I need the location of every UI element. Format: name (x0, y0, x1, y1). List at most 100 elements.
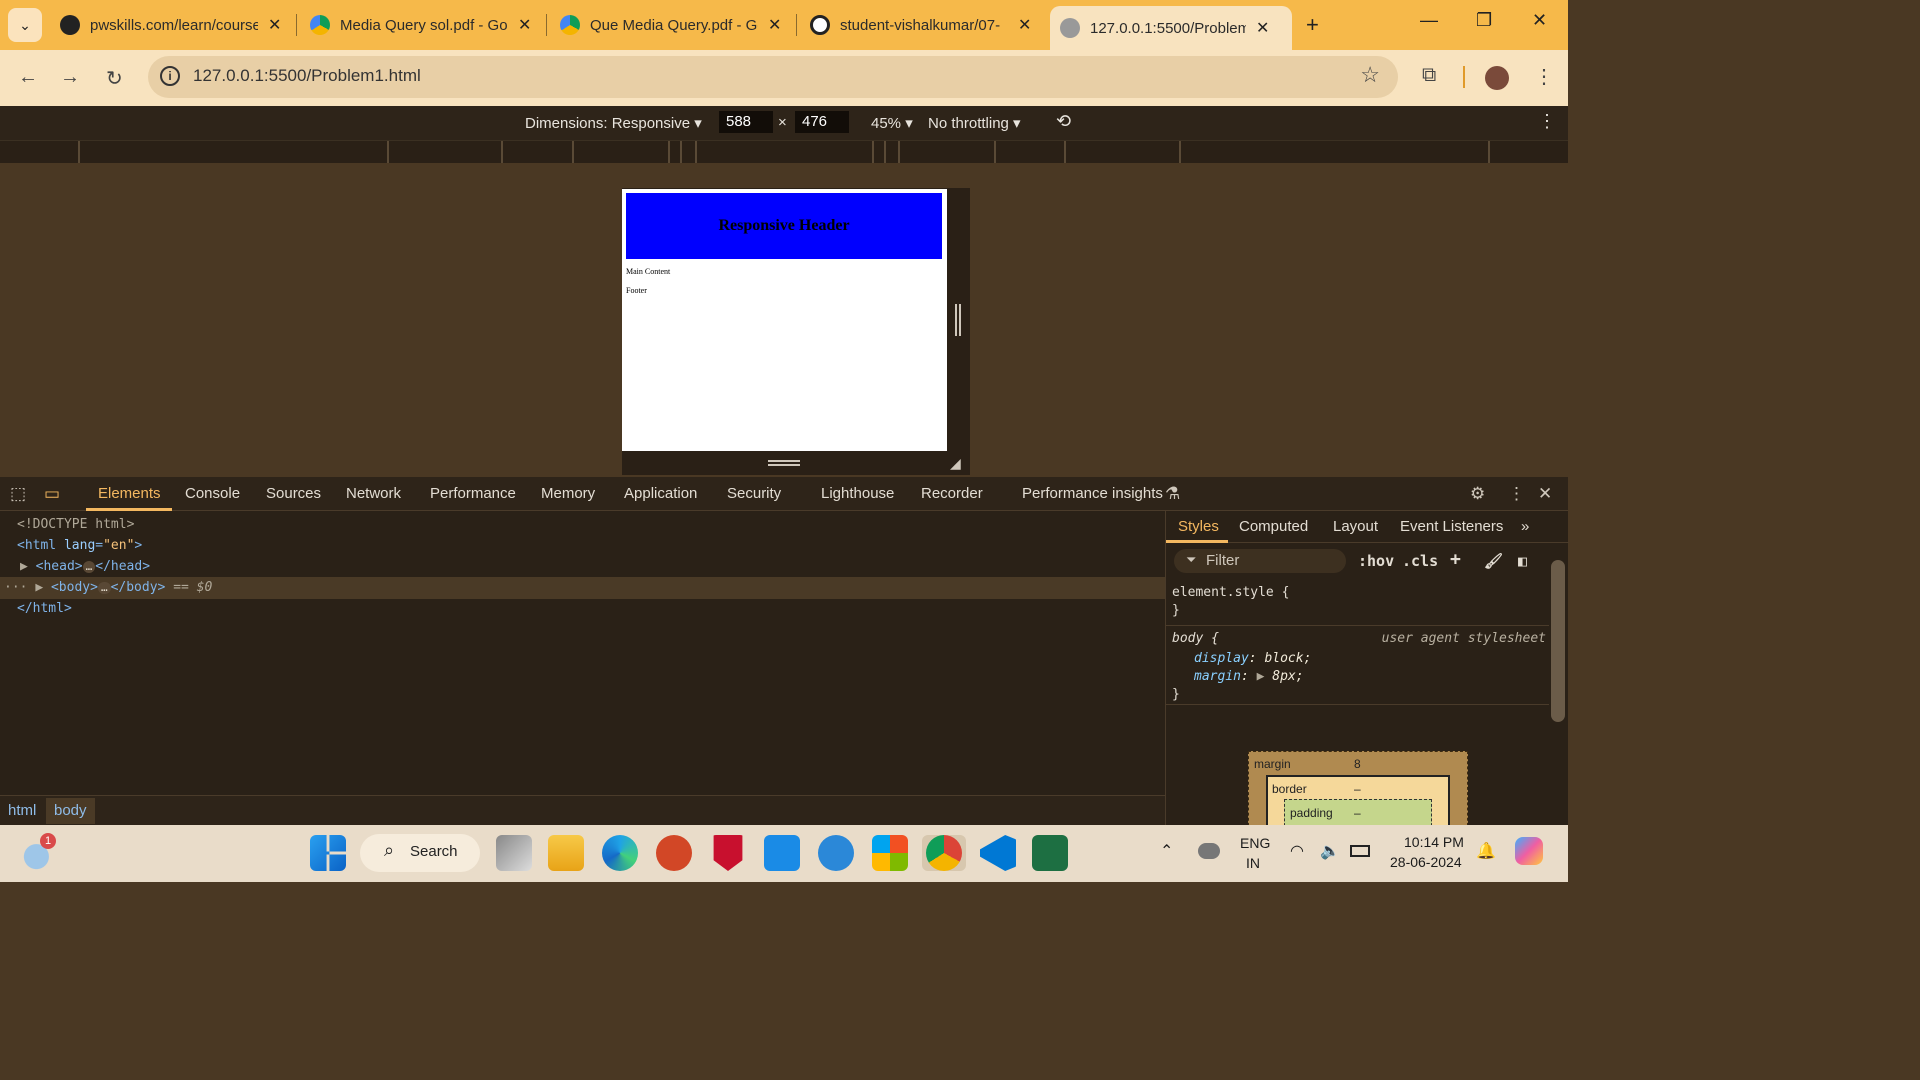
new-tab-icon[interactable]: + (1306, 12, 1319, 38)
microsoft-store-icon[interactable] (872, 835, 908, 871)
display-property[interactable]: display: block; (1194, 651, 1311, 666)
body-node[interactable]: ··· ▶ <body>… </body> == $0 (4, 580, 212, 595)
device-more-icon[interactable]: ⋮ (1538, 111, 1556, 132)
powerpoint-icon[interactable] (656, 835, 692, 871)
task-view-icon[interactable] (496, 835, 532, 871)
cls-toggle[interactable]: .cls (1402, 552, 1438, 570)
tab-layout[interactable]: Layout (1333, 518, 1378, 535)
html-node[interactable]: <html lang="en"> (17, 538, 142, 553)
element-style-rule[interactable]: element.style { (1172, 585, 1289, 600)
breadcrumb-body[interactable]: body (46, 798, 95, 824)
resize-handle-right[interactable] (955, 304, 961, 336)
address-bar[interactable]: i 127.0.0.1:5500/Problem1.html ☆ (148, 56, 1398, 98)
styles-scrollbar-thumb[interactable] (1551, 560, 1565, 722)
tab-github[interactable]: student-vishalkumar/07- ✕ (800, 8, 1041, 42)
kebab-menu-icon[interactable]: ⋮ (1534, 64, 1554, 89)
close-icon[interactable]: ✕ (1018, 15, 1031, 35)
back-arrow-icon[interactable]: ← (18, 66, 38, 89)
avatar[interactable] (1485, 66, 1509, 90)
close-icon[interactable]: ✕ (1256, 18, 1269, 38)
dimensions-dropdown[interactable]: Dimensions: Responsive ▾ (525, 114, 702, 132)
notification-bell-icon[interactable]: 🔔 (1476, 841, 1496, 861)
vscode-icon[interactable] (980, 835, 1016, 871)
tab-event-listeners[interactable]: Event Listeners (1400, 518, 1503, 535)
rotate-icon[interactable]: ⟲ (1056, 111, 1071, 132)
taskbar-search-box[interactable]: ⌕ Search (360, 834, 480, 872)
volume-icon[interactable]: 🔈 (1320, 841, 1340, 861)
resize-handle-bottom[interactable] (768, 460, 800, 466)
collapsed-ellipsis-icon[interactable]: … (82, 561, 96, 573)
hov-toggle[interactable]: :hov (1358, 552, 1394, 570)
tab-problem1[interactable]: 127.0.0.1:5500/Problem1 ✕ (1050, 6, 1292, 50)
styles-filter-input[interactable]: ⏷ Filter (1174, 549, 1346, 573)
restore-icon[interactable]: ❐ (1476, 10, 1492, 31)
doctype-node[interactable]: <!DOCTYPE html> (17, 517, 134, 532)
close-icon[interactable]: ✕ (268, 15, 281, 35)
close-icon[interactable]: ✕ (768, 15, 781, 35)
tab-console[interactable]: Console (185, 485, 240, 502)
onedrive-icon[interactable] (1198, 843, 1220, 859)
border-value[interactable]: – (1354, 782, 1361, 796)
tab-pwskills[interactable]: pwskills.com/learn/course ✕ (50, 8, 291, 42)
minimize-icon[interactable]: — (1420, 10, 1438, 31)
html-close-tag[interactable]: </html> (17, 601, 72, 616)
settings-gear-icon[interactable]: ⚙ (1470, 484, 1485, 504)
chrome-icon[interactable] (926, 835, 962, 871)
tab-performance-insights[interactable]: Performance insights (1022, 485, 1163, 502)
tab-elements[interactable]: Elements (98, 485, 161, 502)
tab-styles[interactable]: Styles (1178, 518, 1219, 535)
tab-network[interactable]: Network (346, 485, 401, 502)
zoom-dropdown[interactable]: 45% ▾ (871, 114, 913, 132)
close-icon[interactable]: ✕ (518, 15, 531, 35)
viewport-height-input[interactable]: 476 (795, 111, 849, 133)
wifi-icon[interactable]: ◠ (1290, 841, 1304, 861)
tab-memory[interactable]: Memory (541, 485, 595, 502)
expand-triangle-icon[interactable]: ▶ (20, 559, 28, 574)
tab-search-button[interactable]: ⌄ (8, 8, 42, 42)
device-toggle-icon[interactable]: ▭ (44, 484, 60, 504)
tab-security[interactable]: Security (727, 485, 781, 502)
margin-value[interactable]: 8 (1354, 757, 1361, 771)
media-query-ruler[interactable] (0, 140, 1568, 163)
body-rule-selector[interactable]: body { (1172, 631, 1219, 646)
devtools-more-icon[interactable]: ⋮ (1508, 484, 1525, 504)
margin-property[interactable]: margin: ▶ 8px; (1194, 669, 1304, 684)
toggle-sidebar-icon[interactable]: ◧ (1518, 552, 1527, 570)
resize-handle-corner[interactable]: ◢ (950, 455, 961, 472)
paint-brush-icon[interactable]: 🖌 (1484, 552, 1503, 570)
collapsed-ellipsis-icon[interactable]: … (97, 582, 111, 594)
breadcrumb-html[interactable]: html (8, 802, 36, 819)
myhp-icon[interactable] (764, 835, 800, 871)
window-close-icon[interactable]: ✕ (1532, 10, 1547, 31)
url-text[interactable]: 127.0.0.1:5500/Problem1.html (193, 66, 421, 86)
padding-value[interactable]: – (1354, 806, 1361, 820)
chevron-up-icon[interactable]: ⌃ (1160, 841, 1173, 861)
forward-arrow-icon[interactable]: → (60, 66, 80, 89)
head-node[interactable]: ▶ <head>… </head> (20, 559, 150, 574)
throttling-dropdown[interactable]: No throttling ▾ (928, 114, 1021, 132)
close-devtools-icon[interactable]: ✕ (1538, 484, 1552, 504)
windows-start-icon[interactable] (310, 835, 346, 871)
reload-icon[interactable]: ↻ (106, 66, 123, 91)
viewport-width-input[interactable]: 588 (719, 111, 773, 133)
file-explorer-icon[interactable] (548, 835, 584, 871)
tab-application[interactable]: Application (624, 485, 697, 502)
language-bottom[interactable]: IN (1246, 855, 1260, 871)
battery-icon[interactable] (1350, 845, 1370, 857)
tab-recorder[interactable]: Recorder (921, 485, 983, 502)
clock-time[interactable]: 10:14 PM (1404, 834, 1464, 850)
clock-date[interactable]: 28-06-2024 (1390, 854, 1462, 870)
extensions-icon[interactable]: ⧉ (1422, 64, 1436, 87)
copilot-icon[interactable] (1515, 837, 1543, 865)
site-info-icon[interactable]: i (160, 66, 180, 86)
more-tabs-chevron-icon[interactable]: » (1521, 518, 1529, 535)
tab-performance[interactable]: Performance (430, 485, 516, 502)
new-style-rule-icon[interactable]: + (1450, 549, 1461, 570)
bookmark-star-icon[interactable]: ☆ (1360, 62, 1380, 88)
mcafee-icon[interactable] (713, 835, 743, 871)
get-help-icon[interactable] (818, 835, 854, 871)
expand-triangle-icon[interactable]: ▶ (1257, 669, 1265, 684)
edge-browser-icon[interactable] (602, 835, 638, 871)
tab-que-media-query[interactable]: Que Media Query.pdf - Go ✕ (550, 8, 791, 42)
language-top[interactable]: ENG (1240, 835, 1270, 851)
